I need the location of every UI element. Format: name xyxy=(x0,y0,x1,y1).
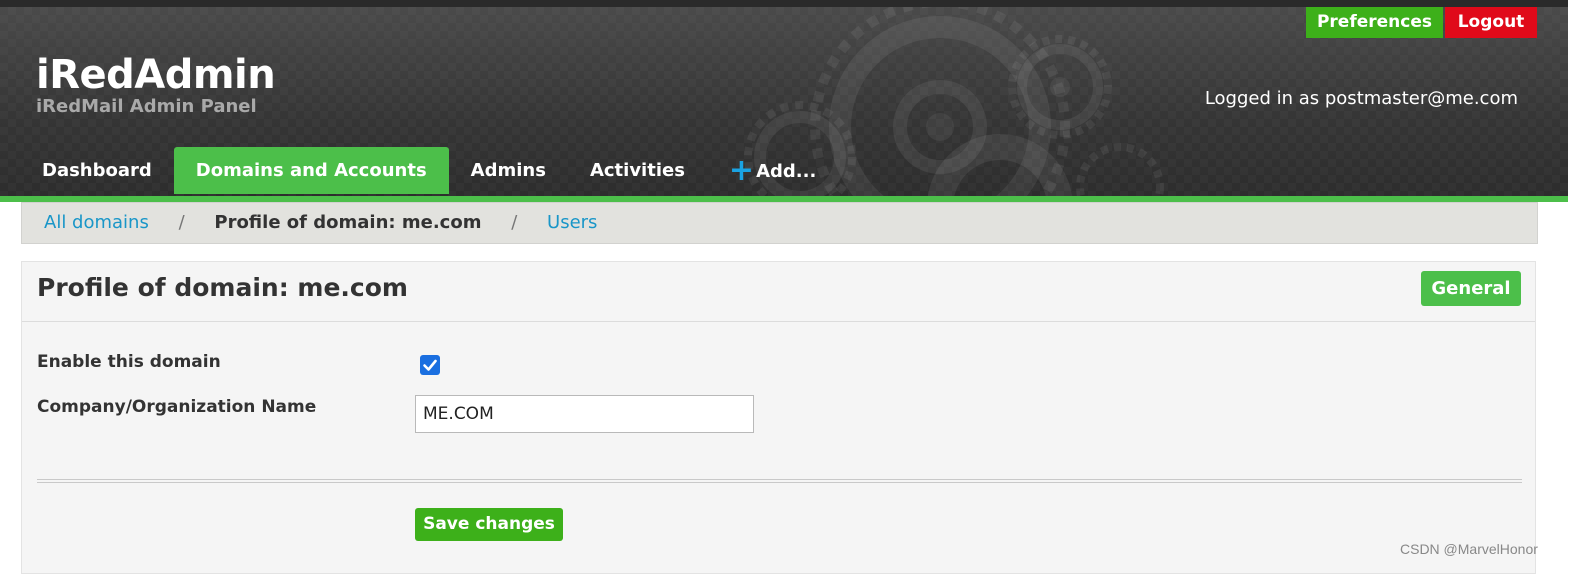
logout-button[interactable]: Logout xyxy=(1445,7,1537,38)
watermark: CSDN @MarvelHonor xyxy=(1400,541,1538,557)
panel-header: Profile of domain: me.com General xyxy=(22,262,1535,322)
nav-domains-and-accounts[interactable]: Domains and Accounts xyxy=(173,147,449,194)
company-name-label: Company/Organization Name xyxy=(37,397,317,417)
breadcrumb-separator: / xyxy=(511,212,518,233)
nav-add-label: Add... xyxy=(756,161,817,182)
top-border xyxy=(0,0,1588,7)
logged-in-status: Logged in as postmaster@me.com xyxy=(1204,88,1518,109)
page-gutter xyxy=(1568,0,1588,574)
enable-domain-label: Enable this domain xyxy=(37,352,221,372)
breadcrumb-current: Profile of domain: me.com xyxy=(214,212,482,233)
app-title: iRedAdmin xyxy=(36,52,276,98)
breadcrumb-separator: / xyxy=(178,212,185,233)
nav-dashboard[interactable]: Dashboard xyxy=(20,147,174,194)
domain-profile-panel: Profile of domain: me.com General Enable… xyxy=(21,261,1536,574)
nav-dashboard-label: Dashboard xyxy=(42,160,152,181)
page-title: Profile of domain: me.com xyxy=(37,273,408,302)
nav-domains-label: Domains and Accounts xyxy=(195,160,427,181)
preferences-button[interactable]: Preferences xyxy=(1306,7,1443,38)
main-nav: Dashboard Domains and Accounts Admins Ac… xyxy=(20,147,838,194)
nav-admins-label: Admins xyxy=(470,160,546,181)
checkmark-icon xyxy=(423,359,437,371)
nav-admins[interactable]: Admins xyxy=(449,147,568,194)
app-subtitle: iRedMail Admin Panel xyxy=(36,96,257,117)
nav-activities-label: Activities xyxy=(589,160,685,181)
breadcrumb-users[interactable]: Users xyxy=(547,212,597,233)
breadcrumb: All domains / Profile of domain: me.com … xyxy=(21,202,1538,244)
tab-general[interactable]: General xyxy=(1421,271,1521,306)
nav-add[interactable]: + Add... xyxy=(707,147,838,194)
brand: iRedAdmin iRedMail Admin Panel xyxy=(36,52,276,118)
enable-domain-checkbox[interactable] xyxy=(420,355,440,375)
breadcrumb-all-domains[interactable]: All domains xyxy=(44,212,149,233)
app-header: iRedAdmin iRedMail Admin Panel Preferenc… xyxy=(0,7,1568,196)
nav-activities[interactable]: Activities xyxy=(568,147,707,194)
save-changes-button[interactable]: Save changes xyxy=(415,508,563,541)
form-divider xyxy=(37,479,1522,483)
company-name-input[interactable] xyxy=(415,395,754,433)
plus-icon: + xyxy=(728,153,755,188)
